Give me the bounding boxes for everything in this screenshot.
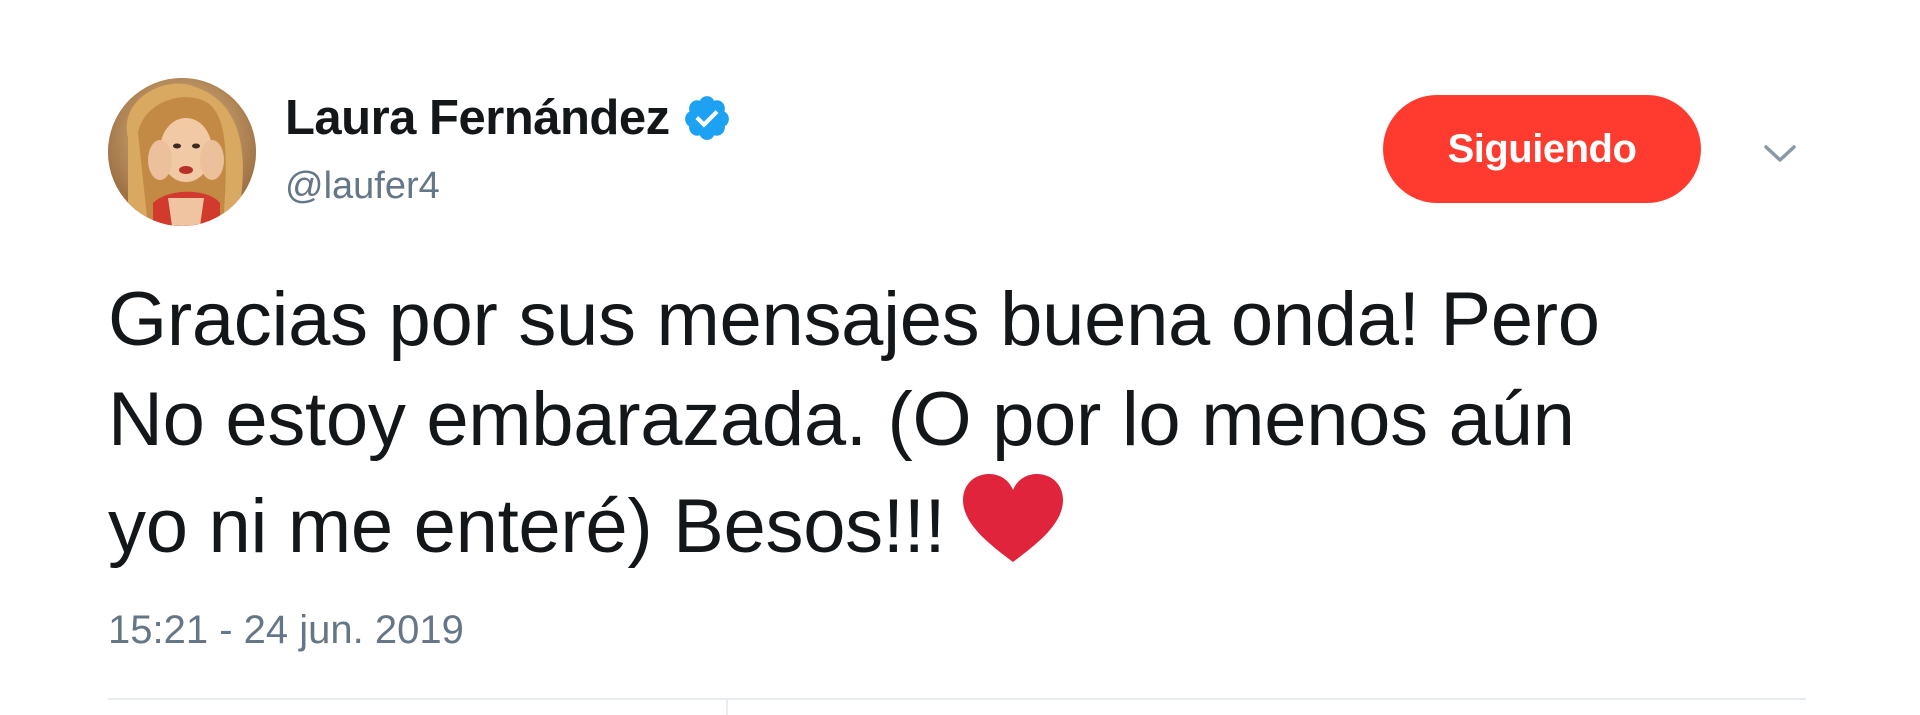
- tweet-card: Laura Fernández @laufer4 Siguiendo Graci…: [0, 0, 1920, 715]
- tweet-text-line: No estoy embarazada. (O por lo menos aún: [108, 377, 1575, 462]
- tweet-text-line: yo ni me enteré) Besos!!!: [108, 470, 1828, 577]
- display-name[interactable]: Laura Fernández: [285, 90, 670, 146]
- tweet-timestamp[interactable]: 15:21 - 24 jun. 2019: [108, 608, 464, 653]
- following-button[interactable]: Siguiendo: [1383, 95, 1701, 203]
- chevron-down-icon[interactable]: [1760, 138, 1800, 168]
- author-handle[interactable]: @laufer4: [285, 165, 440, 208]
- red-heart-icon: [959, 470, 1067, 566]
- divider-tick: [726, 700, 728, 715]
- avatar-image: [108, 78, 256, 226]
- author-name-row: Laura Fernández: [285, 88, 732, 148]
- tweet-text: Gracias por sus mensajes buena onda! Per…: [108, 270, 1828, 577]
- tweet-text-line: Gracias por sus mensajes buena onda! Per…: [108, 277, 1600, 362]
- avatar[interactable]: [108, 78, 256, 226]
- divider: [108, 698, 1806, 700]
- tweet-text-segment: yo ni me enteré) Besos!!!: [108, 484, 946, 569]
- verified-badge-icon: [682, 93, 732, 143]
